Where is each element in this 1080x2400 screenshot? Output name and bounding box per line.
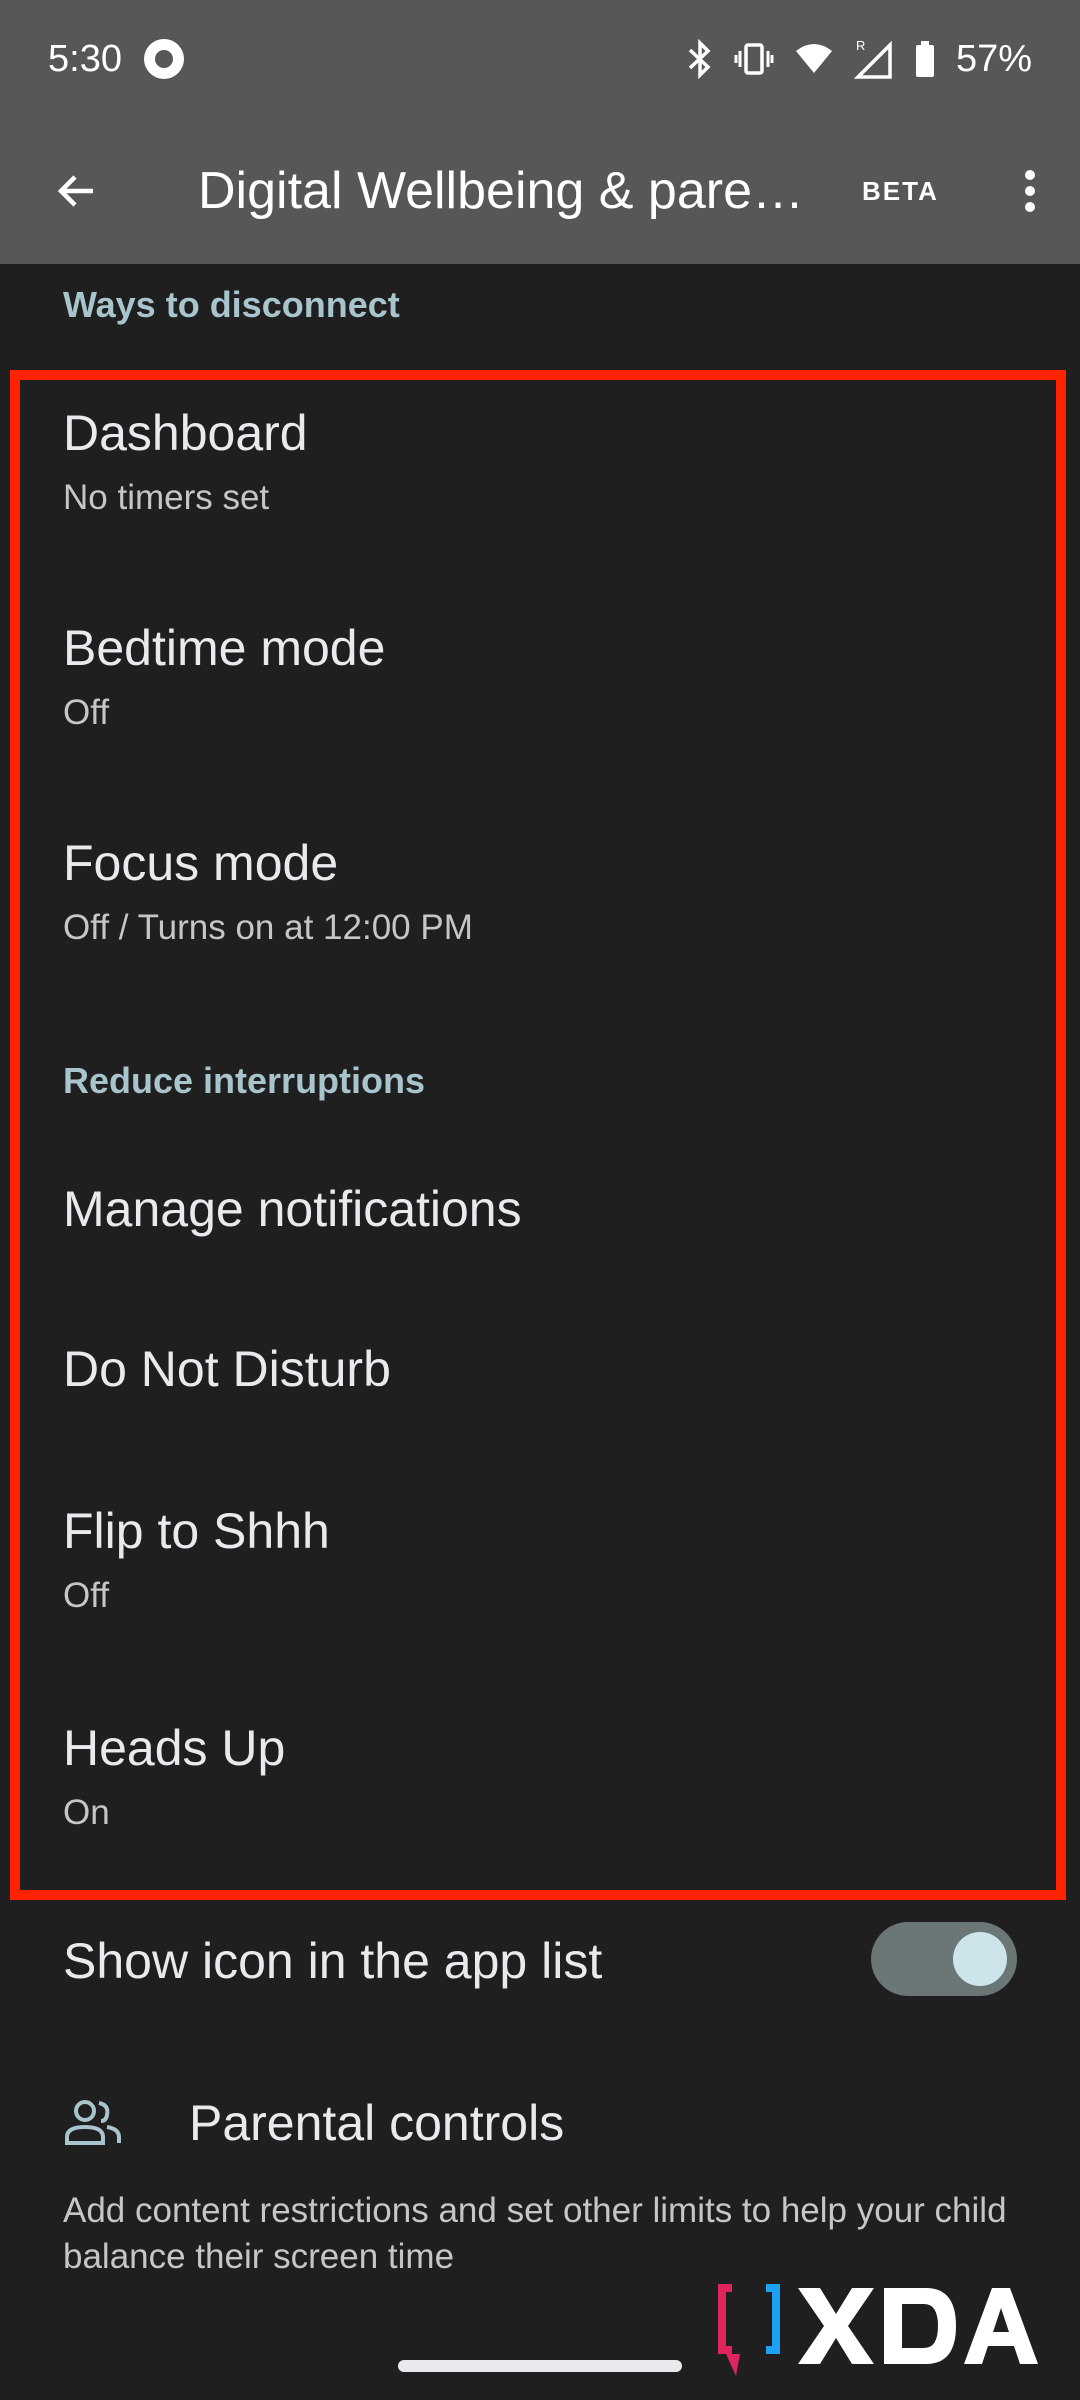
toggle-knob (953, 1932, 1007, 1986)
xda-wordmark (798, 2288, 1038, 2364)
item-title: Manage notifications (63, 1181, 522, 1237)
signal-roaming-icon: R (853, 38, 892, 79)
item-title: Dashboard (63, 405, 308, 461)
item-subtitle: Off (63, 693, 110, 732)
navigation-handle[interactable] (398, 2360, 682, 2372)
item-subtitle: No timers set (63, 478, 270, 517)
people-icon (65, 2100, 121, 2145)
show-icon-item[interactable]: Show icon in the app list (63, 1932, 602, 1990)
back-button[interactable] (0, 118, 150, 264)
app-bar: Digital Wellbeing & paren… BETA (0, 118, 1080, 264)
arrow-back-icon (57, 175, 93, 207)
flip-to-shhh-item[interactable]: Flip to Shhh Off (63, 1502, 330, 1616)
parental-controls-item[interactable]: Parental controls (63, 2094, 564, 2152)
show-icon-toggle[interactable] (871, 1922, 1017, 1996)
status-time: 5:30 (48, 37, 122, 80)
dashboard-item[interactable]: Dashboard No timers set (63, 404, 308, 518)
bedtime-mode-item[interactable]: Bedtime mode Off (63, 619, 385, 733)
do-not-disturb-item[interactable]: Do Not Disturb (63, 1340, 391, 1398)
manage-notifications-item[interactable]: Manage notifications (63, 1180, 522, 1238)
section-header-ways-to-disconnect: Ways to disconnect (63, 284, 400, 325)
xda-bracket-icon (718, 2284, 780, 2376)
status-bar: 5:30 R 57% (0, 0, 1080, 118)
item-subtitle: Off / Turns on at 12:00 PM (63, 908, 473, 947)
item-title: Do Not Disturb (63, 1341, 391, 1397)
notification-app-icon (143, 39, 184, 79)
svg-text:R: R (856, 38, 865, 53)
item-title: Bedtime mode (63, 620, 386, 676)
heads-up-item[interactable]: Heads Up On (63, 1719, 285, 1833)
more-options-button[interactable] (980, 118, 1080, 264)
more-vert-icon (1025, 170, 1035, 212)
item-subtitle: On (63, 1793, 110, 1832)
vibrate-icon (734, 43, 774, 75)
item-title: Flip to Shhh (63, 1503, 330, 1559)
item-title: Show icon in the app list (63, 1933, 603, 1989)
item-title: Heads Up (63, 1720, 286, 1776)
item-subtitle: Off (63, 1576, 110, 1615)
section-header-reduce-interruptions: Reduce interruptions (63, 1060, 426, 1101)
item-title: Focus mode (63, 835, 339, 891)
focus-mode-item[interactable]: Focus mode Off / Turns on at 12:00 PM (63, 834, 473, 948)
battery-icon (915, 41, 934, 77)
beta-badge: BETA (862, 175, 939, 206)
battery-percentage: 57% (955, 37, 1032, 80)
page-title: Digital Wellbeing & paren… (198, 162, 818, 220)
wifi-icon (795, 44, 832, 73)
highlight-box (10, 370, 1066, 1900)
parental-controls-description: Add content restrictions and set other l… (63, 2191, 1007, 2276)
xda-logo (706, 2270, 1042, 2380)
parental-controls-title: Parental controls (189, 2095, 565, 2151)
bluetooth-icon (688, 39, 711, 79)
